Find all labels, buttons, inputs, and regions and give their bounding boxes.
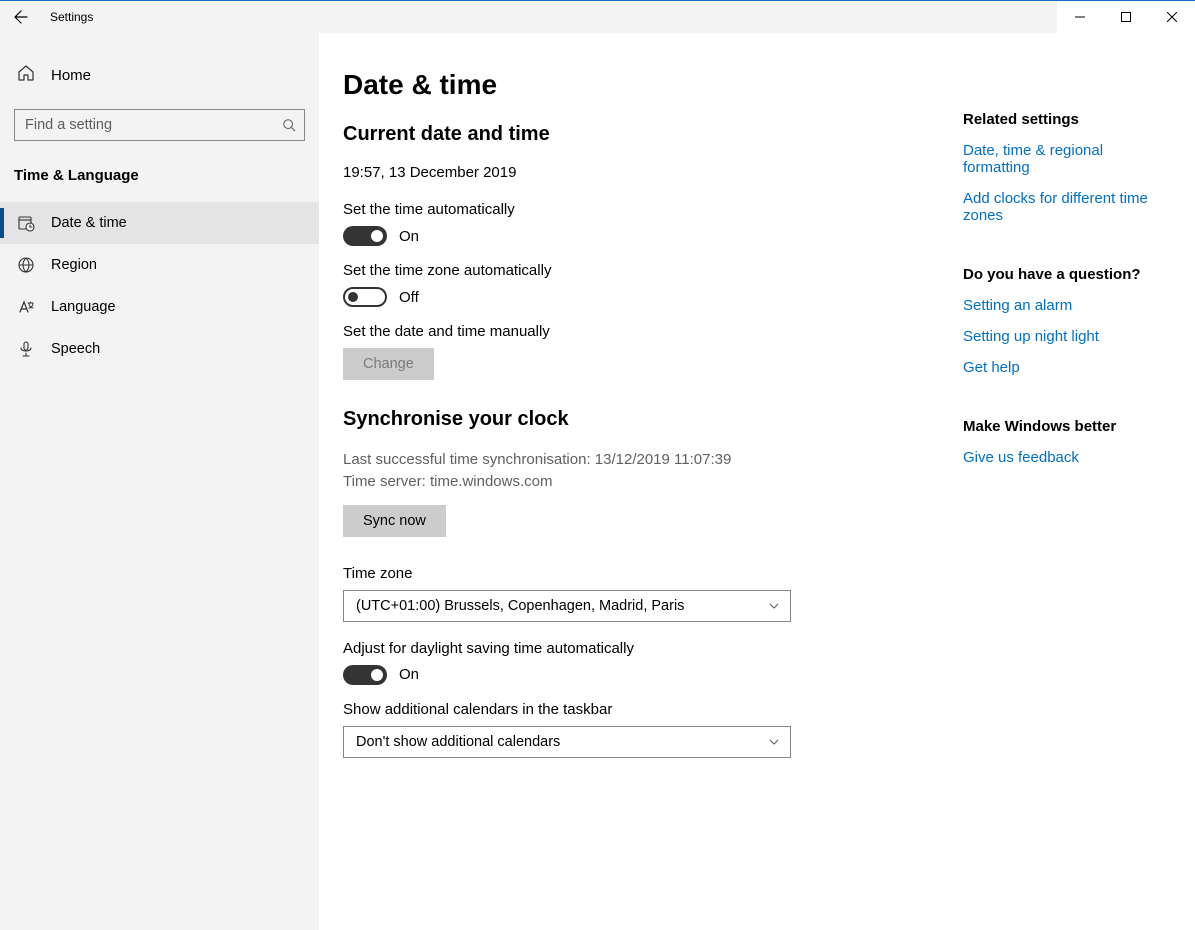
maximize-button[interactable] <box>1103 1 1149 33</box>
titlebar: Settings <box>0 1 1195 33</box>
section-sync-clock: Synchronise your clock <box>343 408 903 431</box>
toggle-auto-timezone-state: Off <box>399 289 419 306</box>
link-get-help[interactable]: Get help <box>963 359 1171 376</box>
sidebar-item-label: Language <box>51 299 116 315</box>
sidebar-item-label: Date & time <box>51 215 127 231</box>
chevron-down-icon <box>768 736 780 748</box>
sidebar-item-language[interactable]: Language <box>0 286 319 328</box>
sidebar-home[interactable]: Home <box>0 55 319 95</box>
language-icon <box>17 298 35 316</box>
sync-now-button[interactable]: Sync now <box>343 505 446 537</box>
close-icon <box>1167 12 1177 22</box>
maximize-icon <box>1121 12 1131 22</box>
question-head: Do you have a question? <box>963 266 1171 283</box>
search-field[interactable] <box>25 117 282 133</box>
toggle-auto-time-state: On <box>399 228 419 245</box>
link-night-light[interactable]: Setting up night light <box>963 328 1171 345</box>
toggle-dst-state: On <box>399 666 419 683</box>
main-content: Date & time Current date and time 19:57,… <box>319 33 1195 930</box>
toggle-auto-time[interactable] <box>343 226 387 246</box>
search-icon <box>282 118 296 132</box>
sidebar-home-label: Home <box>51 67 91 84</box>
search-input[interactable] <box>14 109 305 141</box>
link-add-clocks[interactable]: Add clocks for different time zones <box>963 190 1171 224</box>
dropdown-timezone-value: (UTC+01:00) Brussels, Copenhagen, Madrid… <box>356 598 684 614</box>
sidebar-item-date-time[interactable]: Date & time <box>0 202 319 244</box>
chevron-down-icon <box>768 600 780 612</box>
home-icon <box>17 64 35 86</box>
sync-last-success: Last successful time synchronisation: 13… <box>343 449 903 471</box>
sync-server: Time server: time.windows.com <box>343 471 903 493</box>
page-title: Date & time <box>343 69 903 101</box>
sidebar-item-speech[interactable]: Speech <box>0 328 319 370</box>
globe-icon <box>17 256 35 274</box>
link-date-time-regional[interactable]: Date, time & regional formatting <box>963 142 1171 176</box>
label-additional-calendars: Show additional calendars in the taskbar <box>343 701 903 718</box>
related-settings-head: Related settings <box>963 111 1171 128</box>
toggle-auto-timezone[interactable] <box>343 287 387 307</box>
close-button[interactable] <box>1149 1 1195 33</box>
microphone-icon <box>17 340 35 358</box>
window-title: Settings <box>42 10 93 24</box>
change-button: Change <box>343 348 434 380</box>
arrow-left-icon <box>13 9 29 25</box>
dropdown-additional-calendars-value: Don't show additional calendars <box>356 734 560 750</box>
sidebar: Home Time & Language Date & time Region <box>0 33 319 930</box>
back-button[interactable] <box>0 1 42 33</box>
label-dst: Adjust for daylight saving time automati… <box>343 640 903 657</box>
sidebar-item-label: Speech <box>51 341 100 357</box>
label-auto-time: Set the time automatically <box>343 201 903 218</box>
label-timezone: Time zone <box>343 565 903 582</box>
sync-info: Last successful time synchronisation: 13… <box>343 449 903 493</box>
link-setting-alarm[interactable]: Setting an alarm <box>963 297 1171 314</box>
sidebar-item-region[interactable]: Region <box>0 244 319 286</box>
sidebar-category: Time & Language <box>0 155 319 192</box>
sidebar-nav: Date & time Region Language Speech <box>0 202 319 370</box>
minimize-button[interactable] <box>1057 1 1103 33</box>
current-datetime-value: 19:57, 13 December 2019 <box>343 164 903 181</box>
sidebar-item-label: Region <box>51 257 97 273</box>
better-head: Make Windows better <box>963 418 1171 435</box>
calendar-clock-icon <box>17 214 35 232</box>
link-give-feedback[interactable]: Give us feedback <box>963 449 1171 466</box>
dropdown-additional-calendars[interactable]: Don't show additional calendars <box>343 726 791 758</box>
minimize-icon <box>1075 12 1085 22</box>
label-manual-datetime: Set the date and time manually <box>343 323 903 340</box>
dropdown-timezone[interactable]: (UTC+01:00) Brussels, Copenhagen, Madrid… <box>343 590 791 622</box>
section-current-datetime: Current date and time <box>343 123 903 146</box>
label-auto-timezone: Set the time zone automatically <box>343 262 903 279</box>
toggle-dst[interactable] <box>343 665 387 685</box>
